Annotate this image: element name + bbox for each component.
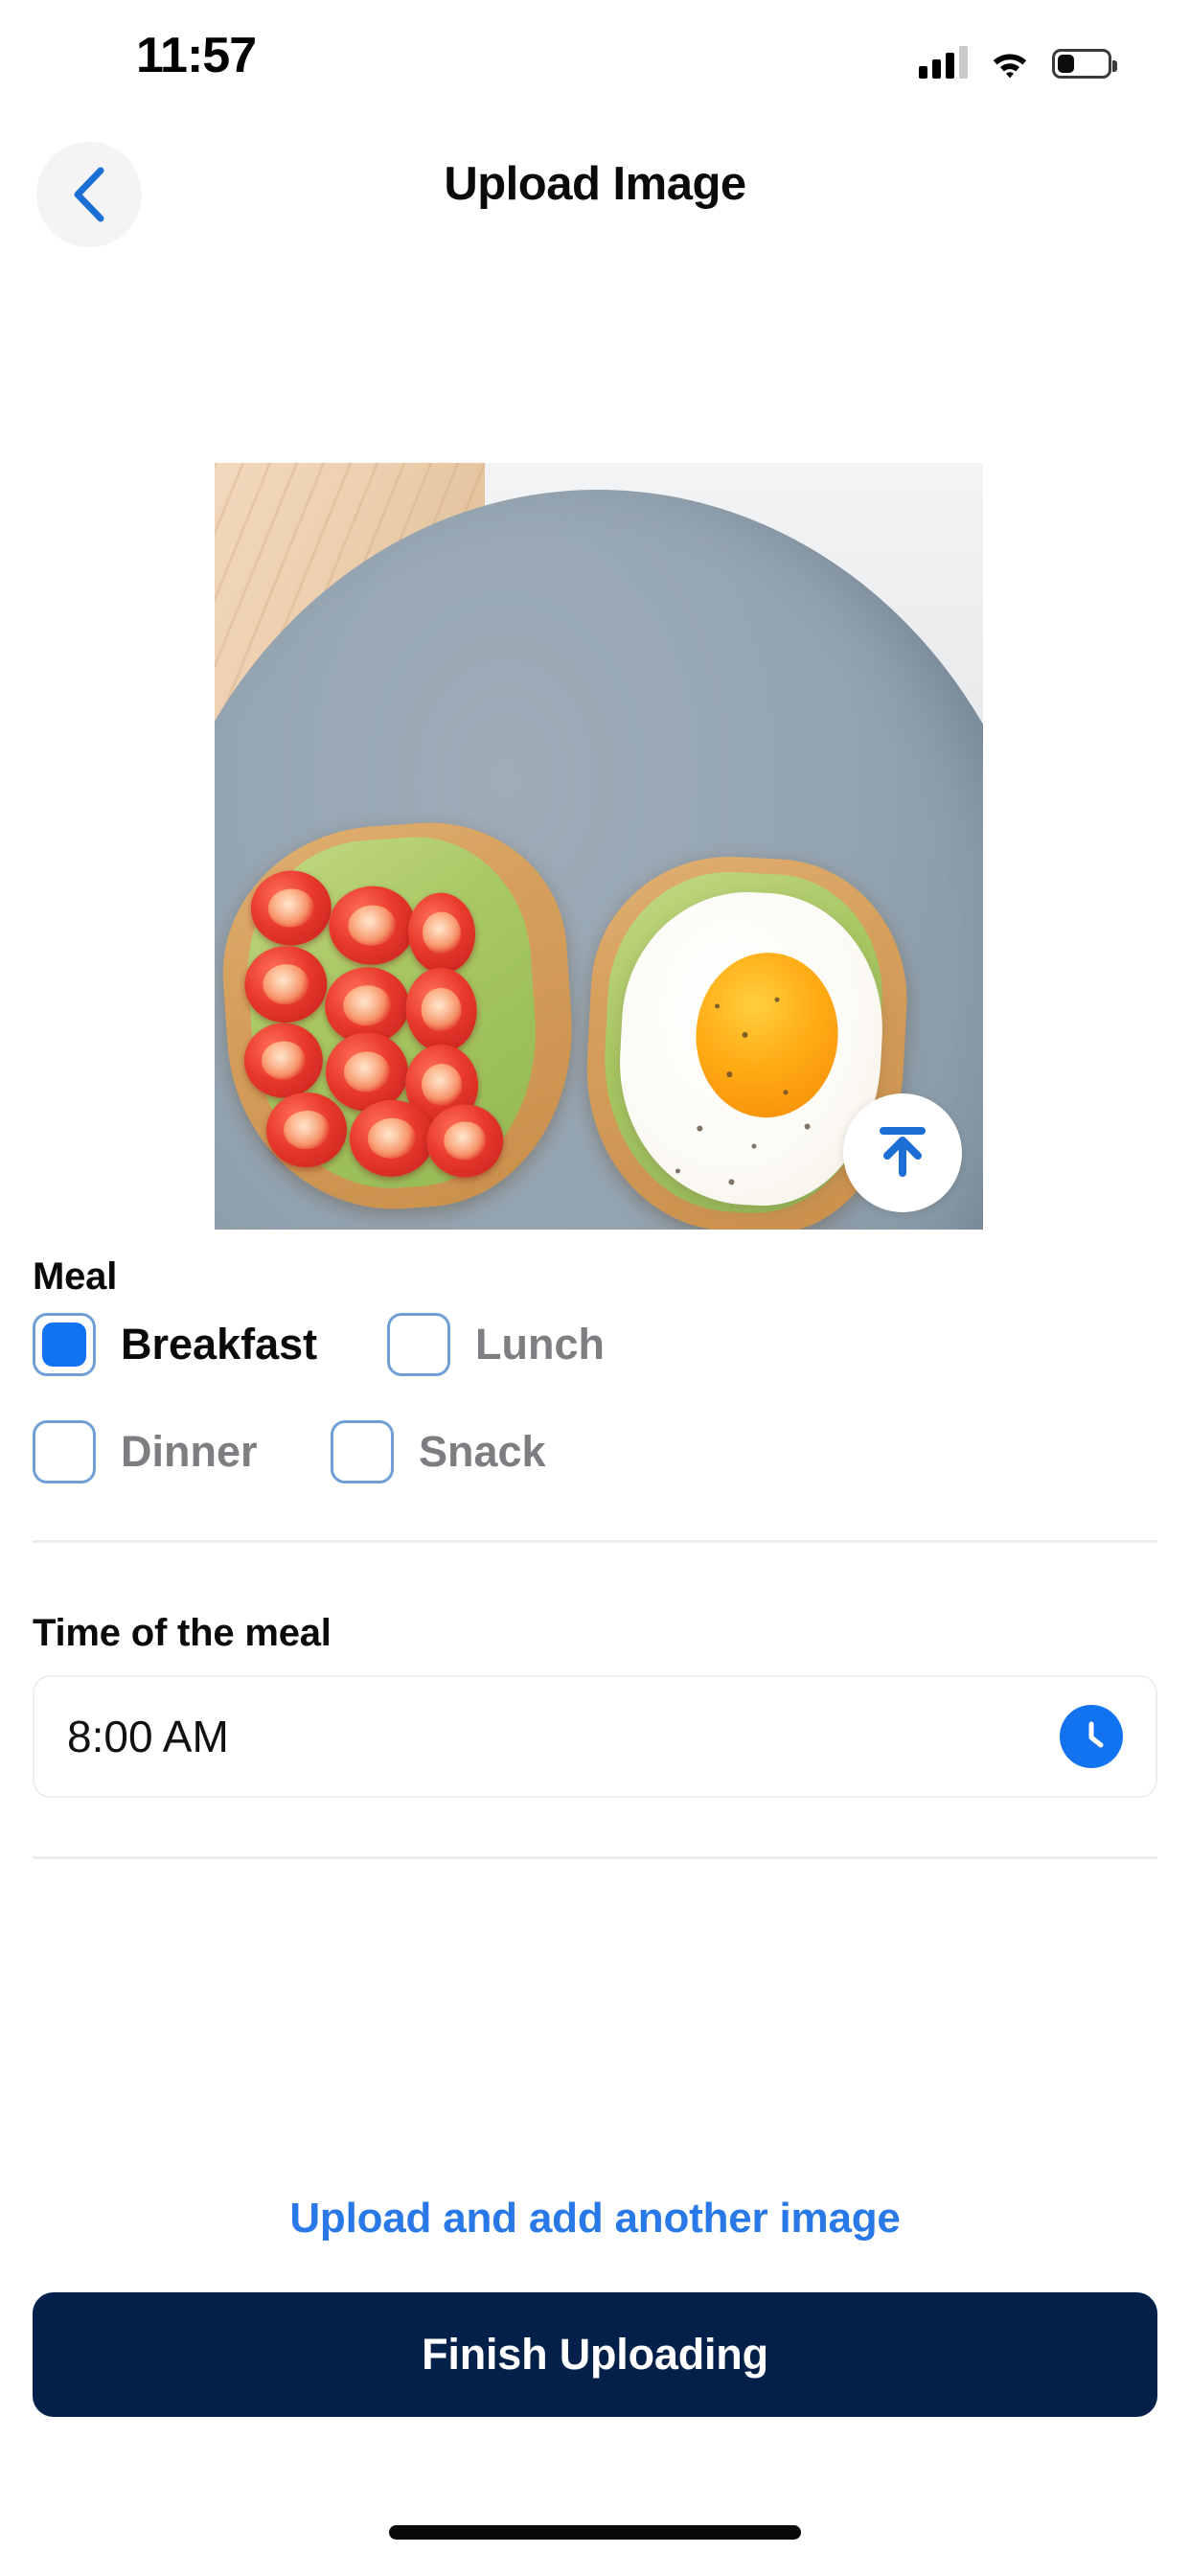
battery-icon xyxy=(1052,49,1117,79)
section-divider xyxy=(33,1540,1157,1543)
time-value: 8:00 AM xyxy=(67,1712,229,1761)
upload-add-another-link[interactable]: Upload and add another image xyxy=(0,2195,1190,2242)
section-divider xyxy=(33,1856,1157,1859)
finish-uploading-label: Finish Uploading xyxy=(422,2330,768,2379)
checkbox-lunch[interactable] xyxy=(387,1313,450,1376)
status-bar-time: 11:57 xyxy=(136,28,257,83)
checkbox-snack[interactable] xyxy=(331,1420,394,1484)
cellular-signal-icon xyxy=(919,46,968,79)
phone-screen: 11:57 Upload Image Meal Breakfast Lunch … xyxy=(0,0,1190,2576)
time-section-label: Time of the meal xyxy=(33,1612,332,1654)
image-preview[interactable] xyxy=(215,463,983,1230)
wifi-icon xyxy=(989,46,1031,79)
page-title: Upload Image xyxy=(444,158,746,210)
checkbox-dinner[interactable] xyxy=(33,1420,96,1484)
meal-option-label: Lunch xyxy=(475,1320,605,1368)
finish-uploading-button[interactable]: Finish Uploading xyxy=(33,2292,1157,2417)
meal-option-breakfast[interactable]: Breakfast xyxy=(33,1313,317,1376)
nav-bar: Upload Image xyxy=(0,142,1190,255)
meal-option-label: Snack xyxy=(419,1427,546,1476)
meal-option-snack[interactable]: Snack xyxy=(331,1420,546,1484)
meal-option-lunch[interactable]: Lunch xyxy=(387,1313,605,1376)
meal-option-label: Dinner xyxy=(121,1427,258,1476)
status-bar-icons xyxy=(919,36,1117,79)
meal-section-label: Meal xyxy=(33,1255,118,1298)
checkbox-breakfast[interactable] xyxy=(33,1313,96,1376)
meal-option-label: Breakfast xyxy=(121,1320,318,1368)
home-indicator xyxy=(389,2525,801,2540)
upload-button[interactable] xyxy=(843,1093,962,1212)
clock-icon[interactable] xyxy=(1060,1705,1123,1768)
meal-option-dinner[interactable]: Dinner xyxy=(33,1420,258,1484)
time-input[interactable]: 8:00 AM xyxy=(33,1675,1157,1798)
status-bar: 11:57 xyxy=(0,0,1190,113)
upload-arrow-icon xyxy=(872,1121,933,1185)
